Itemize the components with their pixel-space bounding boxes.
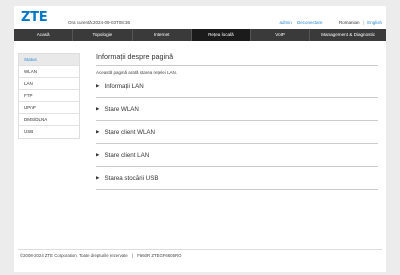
section-label: Stare client WLAN	[104, 128, 156, 136]
nav-management-diagnostic[interactable]: Management & Diagnostic	[310, 29, 386, 41]
page: ZTE Ora curentă:2024-09-03T08:36 admin D…	[14, 6, 386, 272]
sidebar-item-usb[interactable]: USB	[19, 126, 79, 138]
sidebar-item-upnp[interactable]: UPnP	[19, 102, 79, 114]
section-usb-storage-status[interactable]: ▶ Starea stocării USB	[96, 167, 378, 190]
section-label: Stare WLAN	[104, 105, 139, 113]
header: ZTE Ora curentă:2024-09-03T08:36 admin D…	[14, 6, 386, 28]
expand-arrow-icon: ▶	[96, 129, 100, 134]
footer-model: F660R ZTEGF6605RO	[137, 253, 182, 258]
lang-separator: |	[362, 20, 364, 25]
nav-local-network[interactable]: Rețea locală	[191, 29, 251, 41]
sidebar-item-dms-dlna[interactable]: DMS/DLNA	[19, 114, 79, 126]
expand-arrow-icon: ▶	[96, 152, 100, 157]
nav-internet[interactable]: Internet	[133, 29, 192, 41]
section-label: Starea stocării USB	[104, 174, 159, 182]
expand-arrow-icon: ▶	[96, 83, 100, 88]
admin-user-link[interactable]: admin	[279, 20, 291, 25]
footer-copyright: ©2008-2024 ZTE Corporation. Toate dreptu…	[20, 253, 128, 258]
section-wlan-status[interactable]: ▶ Stare WLAN	[96, 98, 378, 121]
footer-separator: |	[131, 253, 134, 258]
expand-arrow-icon: ▶	[96, 106, 100, 111]
page-title: Informații despre pagină	[96, 52, 378, 66]
section-label: Stare client LAN	[104, 151, 150, 159]
section-lan-client-status[interactable]: ▶ Stare client LAN	[96, 144, 378, 167]
sidebar-item-status[interactable]: Status	[19, 54, 79, 66]
expand-arrow-icon: ▶	[96, 175, 100, 180]
section-label: Informații LAN	[104, 82, 144, 90]
nav-voip[interactable]: VoIP	[251, 29, 311, 41]
section-lan-info[interactable]: ▶ Informații LAN	[96, 75, 378, 98]
section-wlan-client-status[interactable]: ▶ Stare client WLAN	[96, 121, 378, 144]
footer-divider	[18, 249, 382, 250]
main-nav: Acasă Topologie Internet Rețea locală Vo…	[14, 29, 386, 41]
nav-home[interactable]: Acasă	[14, 29, 74, 41]
sidebar: Status WLAN LAN FTP UPnP DMS/DLNA USB	[18, 53, 80, 139]
lang-romanian-link[interactable]: Romanian	[339, 20, 360, 25]
sidebar-item-wlan[interactable]: WLAN	[19, 66, 79, 78]
lang-english-link[interactable]: English	[367, 20, 382, 25]
sidebar-item-ftp[interactable]: FTP	[19, 90, 79, 102]
logout-link[interactable]: Deconectare	[297, 20, 323, 25]
zte-logo: ZTE	[21, 10, 48, 25]
user-links: admin Deconectare Romanian | English	[279, 20, 382, 25]
current-time: Ora curentă:2024-09-03T08:36	[68, 20, 131, 25]
footer: ©2008-2024 ZTE Corporation. Toate dreptu…	[20, 253, 181, 258]
sidebar-item-lan[interactable]: LAN	[19, 78, 79, 90]
nav-topology[interactable]: Topologie	[73, 29, 133, 41]
main-content: Informații despre pagină Această pagină …	[96, 52, 378, 190]
